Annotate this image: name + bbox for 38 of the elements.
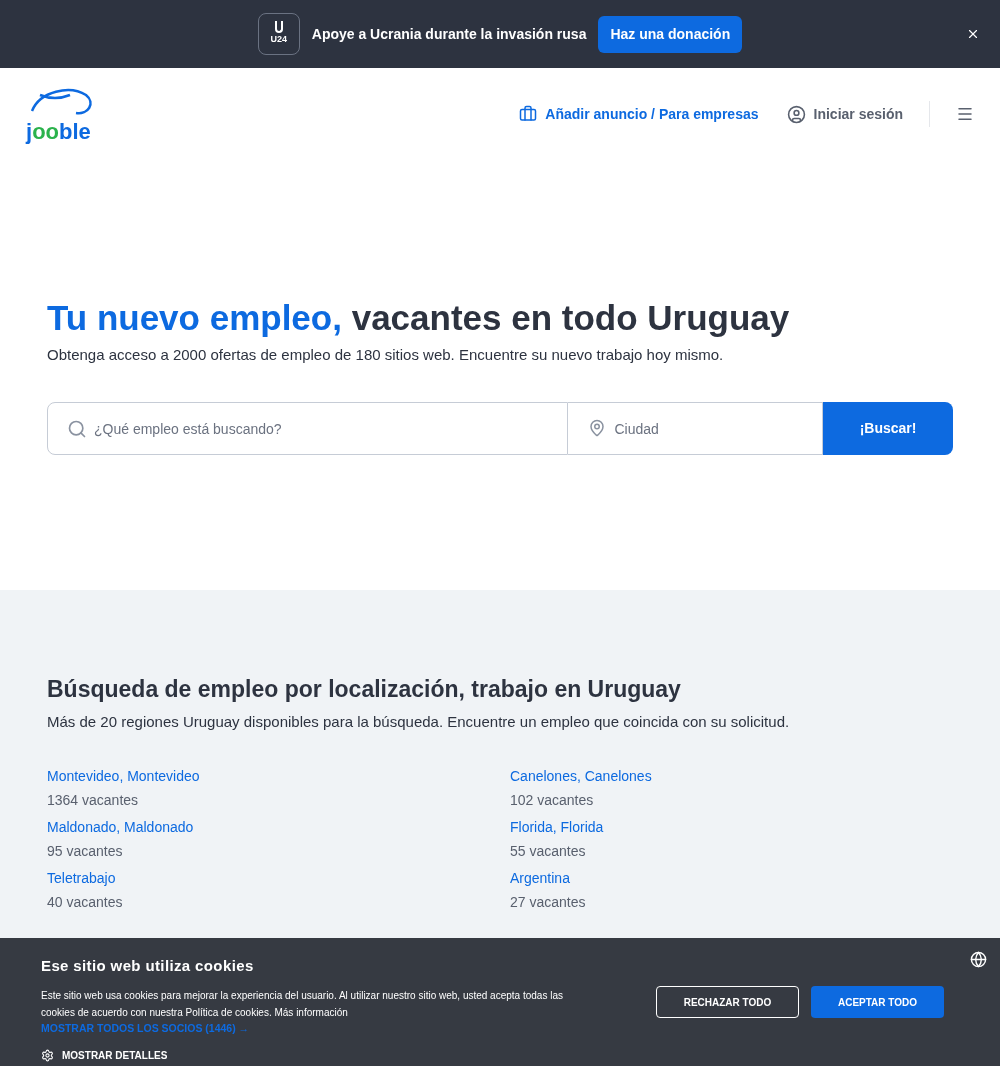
u24-logo: U24: [257, 13, 300, 55]
city-field[interactable]: Ciudad: [568, 402, 824, 456]
user-icon: [786, 104, 806, 124]
details-link[interactable]: MOSTRAR DETALLES: [41, 1048, 596, 1064]
hero-title: Tu nuevo empleo, vacantes en todo Uruguay: [47, 297, 791, 339]
vacancy-count: 95 vacantes: [47, 842, 124, 860]
search-icon: [67, 419, 87, 440]
jooble-logo[interactable]: jooble: [26, 85, 96, 143]
location-link[interactable]: Florida, Florida: [510, 818, 953, 836]
location-pin-icon: [588, 419, 607, 438]
accept-button[interactable]: ACEPTAR TODO: [811, 986, 944, 1018]
language-icon[interactable]: [970, 951, 987, 968]
banner-text: Apoye a Ucrania durante la invasión rusa: [311, 24, 587, 44]
location-link[interactable]: Argentina: [510, 869, 953, 887]
donate-button[interactable]: Haz una donación: [598, 15, 743, 53]
login-link[interactable]: Iniciar sesión: [786, 103, 903, 125]
cookie-title: Ese sitio web utiliza cookies: [41, 956, 255, 976]
locations-subtitle: Más de 20 regiones Uruguay disponibles para la búsqueda. Encuentre un empleo que coincida con su solicitud.: [47, 711, 791, 732]
search-button[interactable]: ¡Buscar!: [823, 402, 953, 456]
hero-subtitle: Obtenga acceso a 2000 ofertas de empleo de 180 sitios web. Encuentre su nuevo trabajo hoy mismo.: [47, 344, 725, 365]
location-link[interactable]: Montevideo, Montevideo: [47, 767, 490, 785]
briefcase-icon: [519, 105, 538, 123]
job-search-field[interactable]: ¿Qué empleo está buscando?: [47, 402, 569, 456]
vacancy-count: 102 vacantes: [510, 791, 595, 809]
location-link[interactable]: Canelones, Canelones: [510, 767, 953, 785]
close-icon[interactable]: [966, 27, 980, 41]
gear-icon: [41, 1049, 54, 1063]
locations-title: Búsqueda de empleo por localización, trabajo en Uruguay: [47, 675, 682, 704]
location-link[interactable]: Teletrabajo: [47, 869, 490, 887]
cookie-text: Este sitio web usa cookies para mejorar la experiencia del usuario. Al utilizar nuestro sitio web, usted acepta todas las cookies de acuerdo con nuestra Política de cookies. Más información: [41, 988, 564, 1020]
vacancy-count: 40 vacantes: [47, 893, 124, 911]
menu-icon[interactable]: [956, 105, 974, 123]
vacancy-count: 1364 vacantes: [47, 791, 140, 809]
vacancy-count: 55 vacantes: [510, 842, 587, 860]
location-link[interactable]: Maldonado, Maldonado: [47, 818, 490, 836]
reject-button[interactable]: RECHAZAR TODO: [656, 986, 799, 1018]
post-job-link[interactable]: Añadir anuncio / Para empresas: [519, 103, 759, 125]
vacancy-count: 27 vacantes: [510, 893, 587, 911]
